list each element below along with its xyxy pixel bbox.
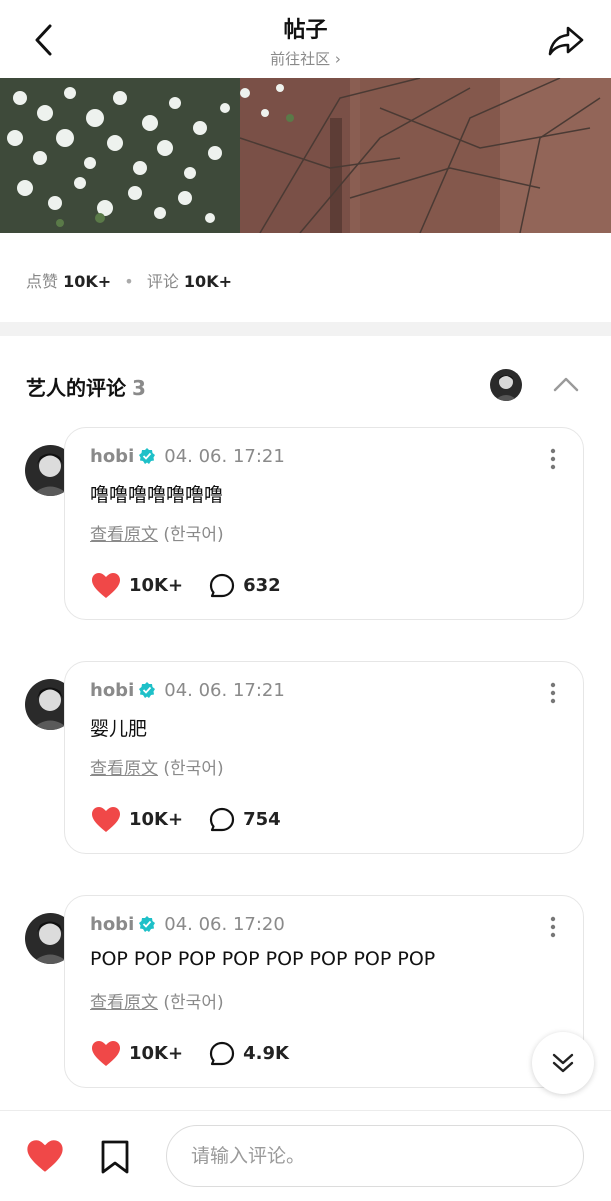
collapse-button[interactable] (550, 372, 582, 396)
more-vertical-icon (550, 448, 556, 470)
view-original-link[interactable]: 查看原文 (90, 525, 158, 545)
bookmark-icon (101, 1140, 129, 1174)
reply-button[interactable]: 4.9K (209, 1041, 289, 1067)
comment-actions: 10K+ 632 (91, 572, 281, 599)
comment-text: POP POP POP POP POP POP POP POP (90, 948, 436, 970)
speech-bubble-icon (209, 807, 235, 831)
post-like-button[interactable] (26, 1139, 64, 1173)
avatar-image (490, 369, 522, 401)
comment-meta: hobi 04. 06. 17:21 (90, 680, 285, 701)
like-button[interactable]: 10K+ (91, 572, 183, 599)
comment-time: 04. 06. 17:21 (164, 446, 285, 467)
heart-filled-icon (92, 1041, 120, 1066)
artist-comments-title: 艺人的评论 3 (26, 372, 146, 401)
heart-filled-icon (92, 573, 120, 598)
likes-label: 点赞 (26, 272, 59, 291)
verified-badge-icon (139, 916, 156, 932)
share-button[interactable] (546, 20, 586, 60)
verified-badge-icon (139, 682, 156, 698)
artist-comments-count: 3 (132, 376, 146, 400)
scroll-down-button[interactable] (532, 1032, 594, 1094)
artist-comment-card[interactable]: hobi 04. 06. 17:20 POP POP POP POP POP PO… (64, 895, 584, 1088)
comment-meta: hobi 04. 06. 17:20 (90, 914, 285, 935)
comments-label: 评论 (146, 272, 179, 291)
blossom-branches-photo (0, 78, 611, 233)
author-name[interactable]: hobi (90, 914, 134, 935)
author-name[interactable]: hobi (90, 446, 134, 467)
comment-time: 04. 06. 17:20 (164, 914, 285, 935)
heart-filled-icon (27, 1140, 63, 1172)
page-title: 帖子 (283, 18, 328, 43)
artist-avatar-small[interactable] (490, 369, 522, 401)
comment-meta: hobi 04. 06. 17:21 (90, 446, 285, 467)
original-language: (한국어) (163, 759, 224, 779)
speech-bubble-icon (209, 1041, 235, 1065)
comment-actions: 10K+ 754 (91, 806, 281, 833)
view-original-link[interactable]: 查看原文 (90, 759, 158, 779)
more-options-button[interactable] (543, 446, 563, 472)
like-count: 10K+ (129, 809, 184, 830)
reply-count: 632 (243, 575, 281, 596)
artist-comment-card[interactable]: hobi 04. 06. 17:21 噜噜噜噜噜噜噜 查看原文 (한국어) 10K… (64, 427, 584, 620)
post-stats: 点赞 10K+ • 评论 10K+ (26, 268, 232, 292)
chevron-up-icon (553, 377, 579, 392)
speech-bubble-icon (209, 573, 235, 597)
original-language: (한국어) (163, 525, 224, 545)
top-bar: 帖子 前往社区 › (0, 0, 611, 78)
reply-button[interactable]: 754 (209, 807, 281, 833)
more-options-button[interactable] (543, 680, 563, 706)
like-count: 10K+ (129, 575, 184, 596)
translate-row: 查看原文 (한국어) (90, 988, 224, 1013)
go-to-community-link[interactable]: 前往社区 › (0, 48, 611, 69)
double-chevron-down-icon (552, 1053, 574, 1073)
verified-badge-icon (139, 448, 156, 464)
comment-text: 婴儿肥 (90, 718, 148, 740)
reply-count: 4.9K (243, 1043, 289, 1064)
more-options-button[interactable] (543, 914, 563, 940)
section-divider (0, 322, 611, 336)
view-original-link[interactable]: 查看原文 (90, 993, 158, 1013)
translate-row: 查看原文 (한국어) (90, 520, 224, 545)
like-button[interactable]: 10K+ (91, 806, 183, 833)
comment-text: 噜噜噜噜噜噜噜 (90, 484, 224, 506)
comment-input[interactable] (166, 1125, 584, 1187)
original-language: (한국어) (163, 993, 224, 1013)
post-image[interactable] (0, 78, 611, 233)
like-count: 10K+ (129, 1043, 184, 1064)
reply-count: 754 (243, 809, 281, 830)
bookmark-button[interactable] (100, 1139, 130, 1175)
comment-time: 04. 06. 17:21 (164, 680, 285, 701)
more-vertical-icon (550, 916, 556, 938)
more-vertical-icon (550, 682, 556, 704)
reply-button[interactable]: 632 (209, 573, 281, 599)
translate-row: 查看原文 (한국어) (90, 754, 224, 779)
stats-separator: • (124, 272, 134, 291)
heart-filled-icon (92, 807, 120, 832)
comments-count: 10K+ (183, 272, 232, 291)
likes-count: 10K+ (63, 272, 112, 291)
like-button[interactable]: 10K+ (91, 1040, 183, 1067)
comment-actions: 10K+ 4.9K (91, 1040, 289, 1067)
artist-comment-card[interactable]: hobi 04. 06. 17:21 婴儿肥 查看原文 (한국어) 10K+ 75… (64, 661, 584, 854)
share-arrow-icon (548, 26, 584, 56)
artist-comments-label: 艺人的评论 (26, 376, 126, 400)
author-name[interactable]: hobi (90, 680, 134, 701)
bottom-bar (0, 1110, 611, 1201)
